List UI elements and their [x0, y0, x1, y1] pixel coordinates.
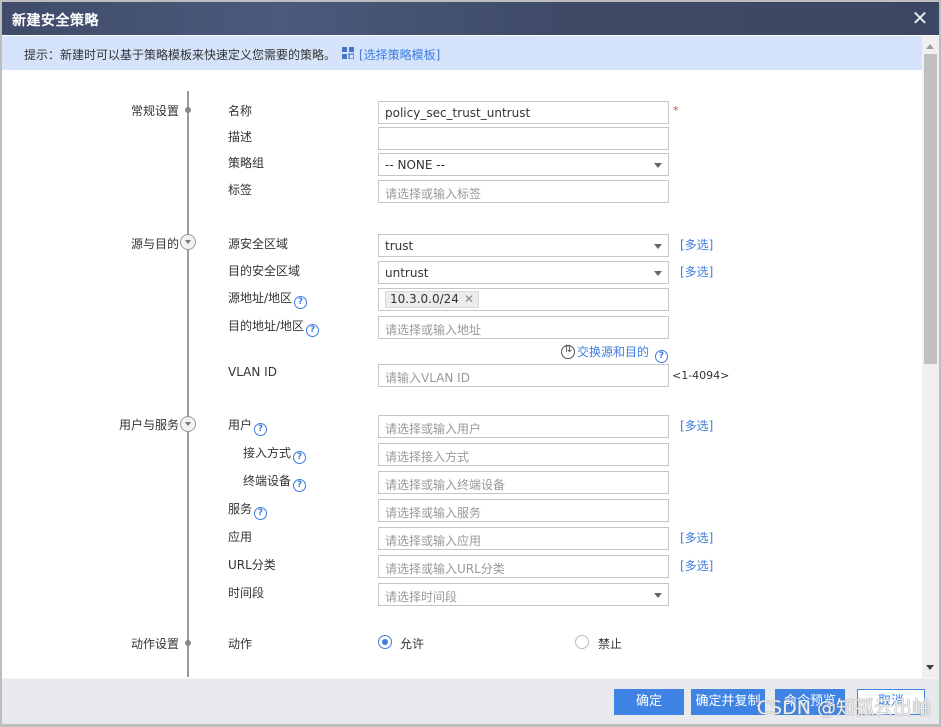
action-label: 动作 — [228, 637, 253, 651]
name-input[interactable]: policy_sec_trust_untrust — [378, 101, 669, 124]
template-grid-icon — [342, 47, 354, 59]
user-input[interactable]: 请选择或输入用户 — [378, 415, 669, 438]
ok-button[interactable]: 确定 — [614, 689, 684, 715]
ok-and-copy-button[interactable]: 确定并复制 — [691, 689, 765, 715]
scroll-up-arrow-icon[interactable] — [926, 44, 934, 49]
form-content: 常规设置 名称 policy_sec_trust_untrust * 描述 策略… — [2, 70, 922, 678]
help-icon[interactable]: ? — [654, 350, 668, 363]
vlan-range-hint: <1-4094> — [672, 369, 730, 382]
application-multiselect-link[interactable]: [多选] — [680, 529, 713, 546]
dest-zone-select[interactable]: untrust — [378, 261, 669, 284]
application-label: 应用 — [228, 530, 253, 544]
help-icon[interactable]: ? — [306, 324, 320, 337]
command-preview-button[interactable]: 命令预览 — [775, 689, 845, 715]
remove-tag-icon[interactable]: ✕ — [464, 292, 474, 306]
source-address-label: 源地址/地区? — [228, 289, 308, 309]
action-deny-label[interactable]: 禁止 — [598, 635, 622, 652]
service-input[interactable]: 请选择或输入服务 — [378, 499, 669, 522]
service-label-text: 服务 — [228, 502, 253, 516]
swap-icon — [561, 344, 575, 359]
collapse-toggle-icon[interactable] — [180, 416, 196, 432]
help-icon[interactable]: ? — [254, 423, 268, 436]
address-tag: 10.3.0.0/24 ✕ — [385, 291, 479, 308]
section-general-label: 常规设置 — [130, 104, 179, 118]
access-method-label-text: 接入方式 — [243, 446, 292, 460]
address-tag-text: 10.3.0.0/24 — [390, 292, 459, 306]
policy-group-select[interactable]: -- NONE -- — [378, 153, 669, 176]
action-deny-radio[interactable] — [575, 635, 589, 649]
select-template-link[interactable]: [选择策略模板] — [359, 46, 440, 63]
source-zone-label: 源安全区域 — [228, 237, 289, 251]
section-action-label: 动作设置 — [130, 637, 179, 651]
section-timeline — [187, 91, 189, 677]
vlan-id-label: VLAN ID — [228, 365, 277, 379]
dest-zone-label: 目的安全区域 — [228, 264, 301, 278]
action-permit-label[interactable]: 允许 — [400, 635, 424, 652]
tag-label: 标签 — [228, 183, 253, 197]
help-icon[interactable]: ? — [293, 451, 307, 464]
terminal-device-label-text: 终端设备 — [243, 474, 292, 488]
description-label: 描述 — [228, 130, 253, 144]
section-source-dest-label: 源与目的 — [130, 237, 179, 251]
vlan-id-input[interactable]: 请输入VLAN ID — [378, 364, 669, 387]
cancel-button[interactable]: 取消 — [857, 689, 925, 715]
new-security-policy-dialog: 新建安全策略 ✕ 提示：新建时可以基于策略模板来快速定义您需要的策略。 [选择策… — [2, 2, 939, 724]
application-input[interactable]: 请选择或输入应用 — [378, 527, 669, 550]
service-label: 服务? — [228, 500, 268, 520]
collapse-toggle-icon[interactable] — [180, 234, 196, 250]
description-input[interactable] — [378, 127, 669, 150]
url-category-label: URL分类 — [228, 558, 276, 572]
source-address-input[interactable]: 10.3.0.0/24 ✕ — [378, 288, 669, 311]
tag-input[interactable]: 请选择或输入标签 — [378, 180, 669, 203]
source-address-label-text: 源地址/地区 — [228, 291, 293, 305]
url-category-input[interactable]: 请选择或输入URL分类 — [378, 555, 669, 578]
terminal-device-input[interactable]: 请选择或输入终端设备 — [378, 471, 669, 494]
hint-text: 提示：新建时可以基于策略模板来快速定义您需要的策略。 — [24, 48, 337, 62]
dialog-titlebar: 新建安全策略 ✕ — [2, 2, 939, 35]
section-dot — [185, 640, 191, 646]
action-permit-radio[interactable] — [378, 635, 392, 649]
dest-zone-multiselect-link[interactable]: [多选] — [680, 263, 713, 280]
time-range-label: 时间段 — [228, 586, 265, 600]
scroll-down-arrow-icon[interactable] — [926, 665, 934, 670]
vertical-scrollbar[interactable] — [922, 36, 939, 678]
user-multiselect-link[interactable]: [多选] — [680, 417, 713, 434]
swap-source-dest-link[interactable]: 交换源和目的 ? — [561, 343, 668, 363]
close-icon[interactable]: ✕ — [909, 7, 931, 29]
policy-group-label: 策略组 — [228, 156, 265, 170]
url-category-multiselect-link[interactable]: [多选] — [680, 557, 713, 574]
swap-label: 交换源和目的 — [577, 345, 650, 359]
dest-address-label-text: 目的地址/地区 — [228, 319, 305, 333]
section-dot — [185, 107, 191, 113]
help-icon[interactable]: ? — [254, 507, 268, 520]
dest-address-input[interactable]: 请选择或输入地址 — [378, 316, 669, 339]
access-method-label: 接入方式? — [243, 444, 307, 464]
source-zone-select[interactable]: trust — [378, 234, 669, 257]
help-icon[interactable]: ? — [293, 479, 307, 492]
required-mark: * — [673, 104, 679, 117]
user-label-text: 用户 — [228, 418, 253, 432]
dialog-footer: 确定 确定并复制 命令预览 取消 — [2, 678, 939, 724]
dialog-title: 新建安全策略 — [12, 13, 99, 29]
help-icon[interactable]: ? — [294, 296, 308, 309]
user-label: 用户? — [228, 416, 268, 436]
dest-address-label: 目的地址/地区? — [228, 317, 320, 337]
source-zone-multiselect-link[interactable]: [多选] — [680, 236, 713, 253]
name-label: 名称 — [228, 104, 253, 118]
section-user-service-label: 用户与服务 — [118, 418, 179, 432]
time-range-select[interactable]: 请选择时间段 — [378, 583, 669, 606]
terminal-device-label: 终端设备? — [243, 472, 307, 492]
hint-bar: 提示：新建时可以基于策略模板来快速定义您需要的策略。 [选择策略模板] — [2, 36, 922, 70]
access-method-input[interactable]: 请选择接入方式 — [378, 443, 669, 466]
scroll-thumb[interactable] — [924, 54, 937, 364]
